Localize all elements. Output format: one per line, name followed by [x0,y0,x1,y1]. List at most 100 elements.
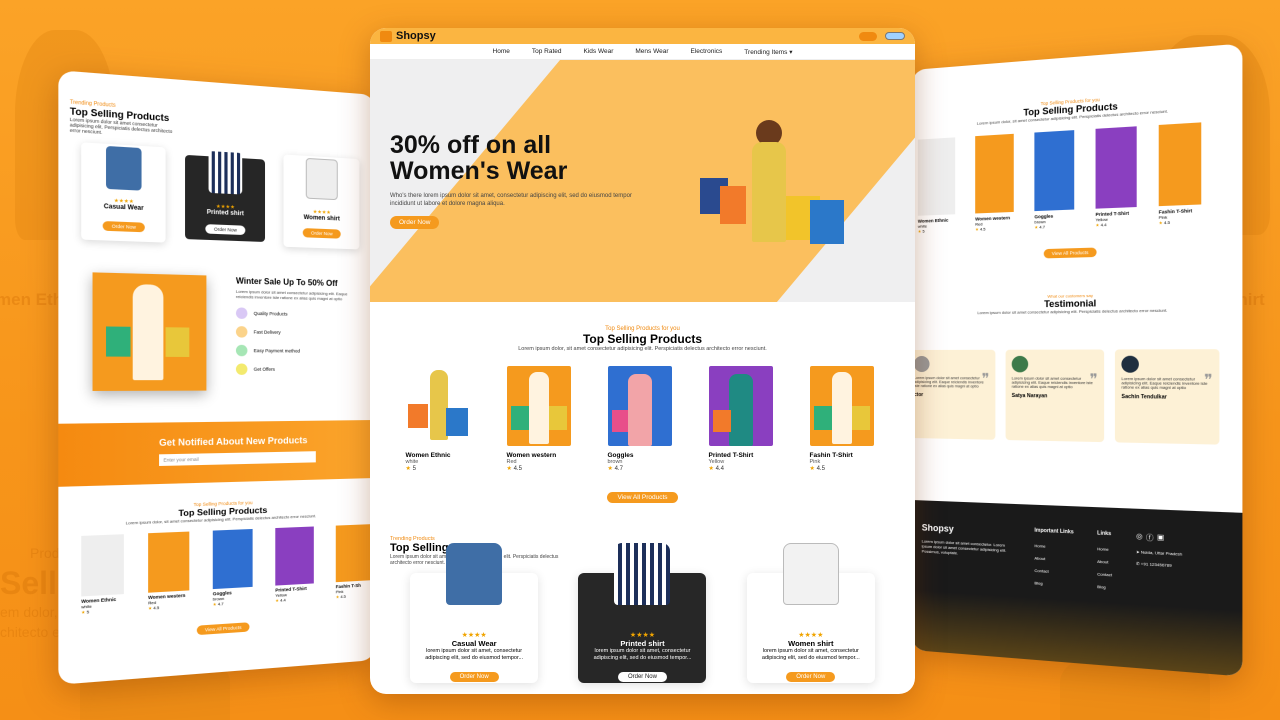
product-image [335,524,374,583]
striped-shirt-image [614,543,671,605]
product-item[interactable]: Goggles brown ★ 4.7 [212,528,253,607]
product-item[interactable]: Women Ethnic white ★ 5 [405,366,476,472]
footer-link[interactable]: Blog [1034,577,1073,592]
testimonial-cards: ❞ Lorem ipsum dolor sit amet consectetur … [912,312,1242,445]
product-item[interactable]: Goggles brown ★ 4.7 [1034,130,1075,230]
quote-icon: ❞ [1089,370,1098,388]
quote-icon: ❞ [1204,370,1213,389]
left-bottom-products: Women Ethnic white ★ 5 Women western Red ★ 4… [58,516,375,616]
rating-stars: ★★★★ [629,632,656,639]
product-item[interactable]: Women western Red ★ 4.5 [975,133,1014,232]
star-icon: ★ [405,466,411,472]
footer-about: Lorem ipsum dolor sit amet consectetur. … [921,538,1007,556]
order-now-button[interactable]: Order Now [786,672,836,682]
product-image [1034,130,1075,212]
feature-item: Quality Products [235,307,358,320]
star-icon: ★ [708,466,714,472]
left-card: ★★★★ Casual Wear Order Now [81,142,166,243]
nav-item-trending[interactable]: Trending Items ▾ [744,48,792,56]
instagram-icon[interactable]: ◎ [1136,532,1143,543]
notify-title: Get Notified About New Products [159,435,308,448]
nav-item-mens-wear[interactable]: Mens Wear [635,48,668,55]
hero-title: 30% off on all Women's Wear [390,131,568,185]
facebook-icon[interactable]: ⓕ [1146,532,1154,543]
product-item[interactable]: Fashin T-Shirt Pink ★ 4.5 [1158,122,1202,225]
nav-item-kids-wear[interactable]: Kids Wear [584,48,614,55]
card-desc: lorem ipsum dolor sit amet, consectetur … [593,648,692,661]
card-name: Printed shirt [620,639,665,648]
product-item[interactable]: Printed T-Shirt Yellow ★ 4.4 [275,526,314,603]
brand-logo[interactable]: Shopsy [380,30,436,42]
payment-icon [235,344,248,357]
dark-mode-toggle[interactable] [885,32,905,40]
product-image [975,133,1014,214]
email-input[interactable]: Enter your email [159,451,316,466]
star-icon: ★ [506,466,512,472]
order-now-button[interactable]: Order Now [302,228,341,239]
offer-icon [235,363,248,375]
feature-item: Fast Delivery [235,326,358,339]
product-item[interactable]: Printed T-Shirt Yellow ★ 4.4 [708,366,779,472]
product-item[interactable]: Fashin T-Shirt Pink ★ 4.5 [809,366,880,472]
product-image [708,366,773,446]
hero-order-button[interactable]: Order Now [390,216,440,229]
linkedin-icon[interactable]: ▣ [1157,533,1164,544]
footer-link[interactable]: Contact [1097,568,1112,581]
order-now-button[interactable]: Order Now [617,672,667,682]
product-item[interactable]: Women Ethnic white ★ 5 [917,137,956,234]
product-item[interactable]: Women western Red ★ 4.5 [506,366,577,472]
card-desc: lorem ipsum dolor sit amet, consectetur … [761,648,860,661]
footer-link[interactable]: About [1097,556,1112,569]
footer-brand: Shopsy [921,522,954,534]
card-name: Women shirt [788,639,834,648]
product-item[interactable]: Women Ethnic white ★ 5 [81,534,124,615]
shirt-image [208,151,243,195]
product-image [212,528,253,590]
nav-item-electronics[interactable]: Electronics [691,48,723,55]
location-icon: ➤ [1135,549,1140,555]
footer-link[interactable]: Home [1097,543,1112,556]
winter-sale-image [92,272,207,391]
top-bar: Shopsy [370,28,915,44]
product-item[interactable]: Fashin T-Sh Pink ★ 4.5 [335,524,374,599]
nav-item-top-rated[interactable]: Top Rated [532,48,562,55]
product-image [148,531,190,593]
view-all-products-button[interactable]: View All Products [607,492,678,503]
feature-list: Quality Products Fast Delivery Easy Paym… [235,307,358,375]
order-now-button[interactable]: Order Now [205,224,246,236]
left-cards: ★★★★ Casual Wear Order Now ★★★★ Printed … [58,132,375,250]
feature-item: Easy Payment method [235,344,358,357]
center-preview-panel: Shopsy Home Top Rated Kids Wear Mens Wea… [370,28,915,694]
testimonial-card: ❞ Lorem ipsum dolor sit amet consectetur … [912,349,996,440]
phone-icon: ✆ [1135,560,1140,567]
trending-cards: ★★★★ Casual Wear lorem ipsum dolor sit a… [370,543,915,683]
product-image [81,534,124,597]
trending-card: ★★★★ Printed shirt lorem ipsum dolor sit… [578,543,707,683]
view-all-products-button[interactable]: View All Products [1043,247,1097,259]
cart-icon[interactable] [859,31,877,41]
avatar [1121,355,1139,373]
view-all-products-button[interactable]: View All Products [196,622,250,636]
footer-link[interactable]: Blog [1097,581,1112,595]
top-selling-products: Women Ethnic white ★ 5 Women western Red… [370,366,915,472]
testimonial-card: ❞ Lorem ipsum dolor sit amet consectetur … [1005,349,1105,443]
quality-icon [235,307,248,320]
nav-item-home[interactable]: Home [493,48,510,55]
winter-sale-title: Winter Sale Up To 50% Off [235,276,338,289]
product-item[interactable]: Women western Red ★ 4.5 [148,531,190,611]
right-preview-panel: Top Selling Products for you Top Selling… [912,43,1243,677]
order-now-button[interactable]: Order Now [102,221,145,233]
brand-name: Shopsy [396,30,436,42]
product-item[interactable]: Printed T-Shirt Yellow ★ 4.4 [1095,126,1137,228]
order-now-button[interactable]: Order Now [449,672,499,682]
product-image [607,366,672,446]
product-item[interactable]: Goggles brown ★ 4.7 [607,366,678,472]
left-preview-panel: Trending Products Top Selling Products L… [58,70,375,685]
top-selling-title: Top Selling Products [582,332,703,346]
social-icons: ◎ ⓕ ▣ [1136,532,1182,545]
feature-item: Get Offers [235,363,358,375]
main-nav: Home Top Rated Kids Wear Mens Wear Elect… [370,44,915,60]
card-desc: lorem ipsum dolor sit amet, consectetur … [425,648,524,661]
trending-card: ★★★★ Casual Wear lorem ipsum dolor sit a… [410,543,539,683]
product-image [405,366,470,446]
